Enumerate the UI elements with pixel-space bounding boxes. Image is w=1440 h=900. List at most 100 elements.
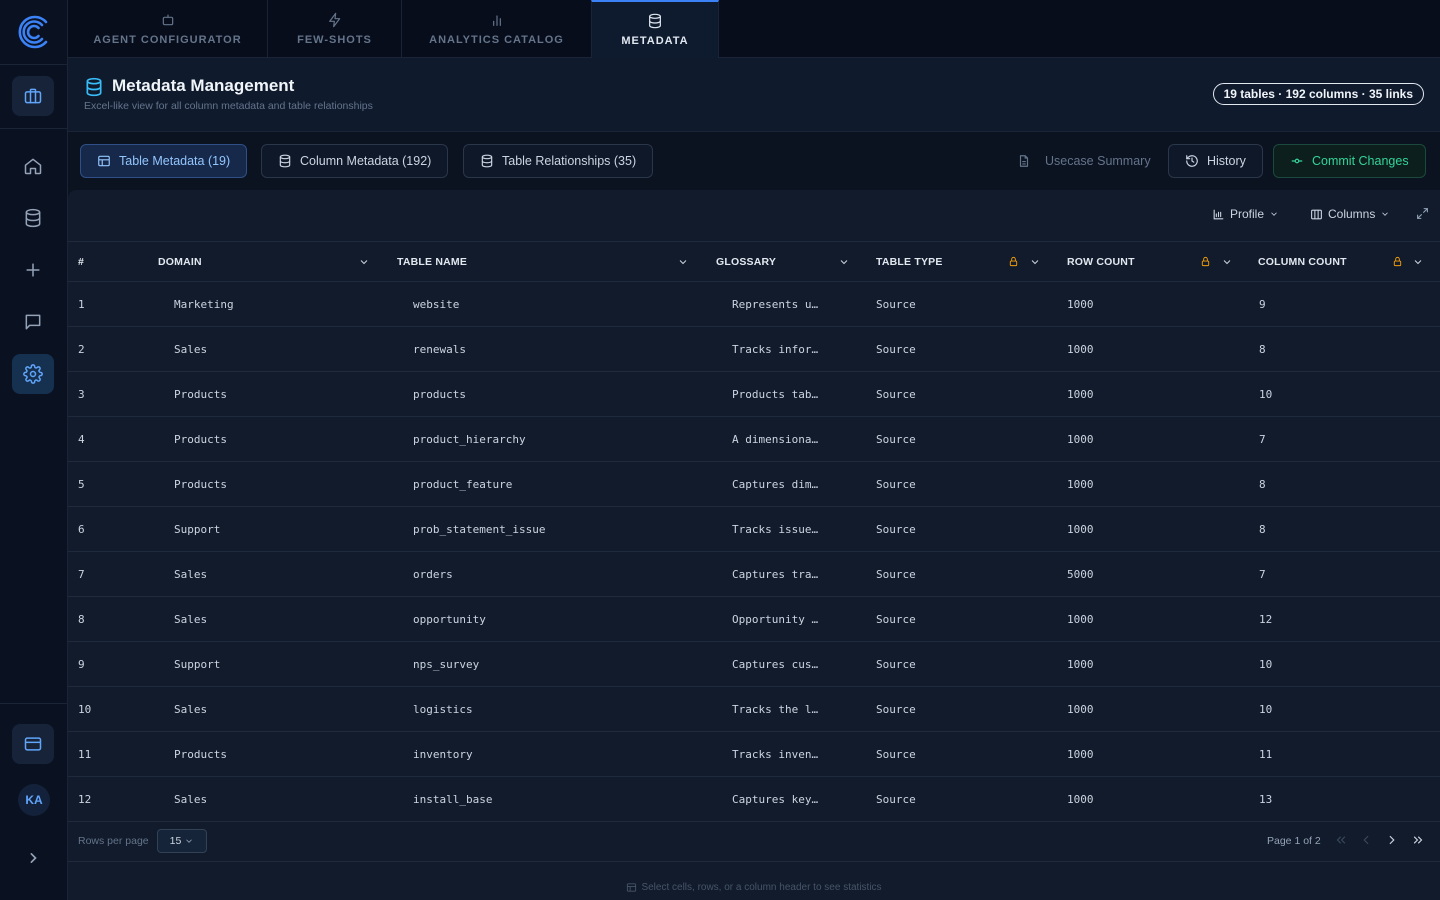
cell-domain[interactable]: Products <box>174 417 227 462</box>
cell-row-count[interactable]: 1000 <box>1067 732 1094 777</box>
workspace-button[interactable] <box>12 76 54 116</box>
table-row[interactable]: 9 Support nps_survey Captures cus… Source 100… <box>68 642 1440 687</box>
cell-table-type[interactable]: Source <box>876 777 916 822</box>
cell-num[interactable]: 2 <box>78 327 85 372</box>
cell-table-name[interactable]: install_base <box>413 777 492 822</box>
cell-num[interactable]: 11 <box>78 732 91 777</box>
cell-column-count[interactable]: 8 <box>1259 462 1266 507</box>
cell-table-type[interactable]: Source <box>876 552 916 597</box>
cell-table-name[interactable]: product_hierarchy <box>413 417 526 462</box>
tab-metadata[interactable]: METADATA <box>591 0 719 58</box>
home-button[interactable] <box>12 146 54 186</box>
table-row[interactable]: 12 Sales install_base Captures key… Source 10… <box>68 777 1440 822</box>
cell-table-type[interactable]: Source <box>876 417 916 462</box>
table-row[interactable]: 10 Sales logistics Tracks the l… Source 1000 1… <box>68 687 1440 732</box>
cell-domain[interactable]: Support <box>174 507 220 552</box>
chevron-down-icon[interactable] <box>1029 256 1041 268</box>
cell-row-count[interactable]: 1000 <box>1067 597 1094 642</box>
cell-domain[interactable]: Sales <box>174 777 207 822</box>
table-row[interactable]: 11 Products inventory Tracks inven… Source 10… <box>68 732 1440 777</box>
cell-num[interactable]: 8 <box>78 597 85 642</box>
expand-sidebar-button[interactable] <box>12 838 54 878</box>
chevron-down-icon[interactable] <box>838 256 850 268</box>
cell-glossary[interactable]: Captures cus… <box>732 642 818 687</box>
cell-glossary[interactable]: A dimensiona… <box>732 417 818 462</box>
cell-column-count[interactable]: 9 <box>1259 282 1266 327</box>
cell-glossary[interactable]: Tracks the l… <box>732 687 818 732</box>
tab-few-shots[interactable]: FEW-SHOTS <box>268 0 402 58</box>
cell-column-count[interactable]: 10 <box>1259 372 1272 417</box>
table-row[interactable]: 7 Sales orders Captures tra… Source 5000 7 <box>68 552 1440 597</box>
rows-per-page-select[interactable]: 15 <box>157 829 207 853</box>
cell-row-count[interactable]: 1000 <box>1067 327 1094 372</box>
cell-glossary[interactable]: Opportunity … <box>732 597 818 642</box>
cell-num[interactable]: 4 <box>78 417 85 462</box>
prev-page-icon[interactable] <box>1359 833 1373 847</box>
cell-domain[interactable]: Sales <box>174 327 207 372</box>
cell-num[interactable]: 5 <box>78 462 85 507</box>
cell-glossary[interactable]: Tracks issue… <box>732 507 818 552</box>
col-header-table-type[interactable]: TABLE TYPE <box>876 242 1042 282</box>
cell-table-type[interactable]: Source <box>876 462 916 507</box>
tab-column-metadata[interactable]: Column Metadata (192) <box>261 144 449 178</box>
chevron-down-icon[interactable] <box>1412 256 1424 268</box>
cell-domain[interactable]: Products <box>174 462 227 507</box>
table-row[interactable]: 1 Marketing website Represents u… Source 1000… <box>68 282 1440 327</box>
cell-table-name[interactable]: opportunity <box>413 597 486 642</box>
cell-domain[interactable]: Products <box>174 732 227 777</box>
avatar[interactable]: KA <box>18 784 50 816</box>
profile-dropdown[interactable]: Profile <box>1212 207 1279 221</box>
cell-table-type[interactable]: Source <box>876 597 916 642</box>
cell-glossary[interactable]: Products tab… <box>732 372 818 417</box>
cell-column-count[interactable]: 7 <box>1259 552 1266 597</box>
cell-table-name[interactable]: website <box>413 282 459 327</box>
cell-column-count[interactable]: 11 <box>1259 732 1272 777</box>
tab-analytics-catalog[interactable]: ANALYTICS CATALOG <box>402 0 592 58</box>
cell-row-count[interactable]: 1000 <box>1067 642 1094 687</box>
cell-glossary[interactable]: Tracks infor… <box>732 327 818 372</box>
cell-domain[interactable]: Sales <box>174 597 207 642</box>
next-page-icon[interactable] <box>1385 833 1399 847</box>
cell-glossary[interactable]: Captures key… <box>732 777 818 822</box>
cell-table-name[interactable]: prob_statement_issue <box>413 507 545 552</box>
cell-row-count[interactable]: 5000 <box>1067 552 1094 597</box>
table-row[interactable]: 5 Products product_feature Captures dim… Sou… <box>68 462 1440 507</box>
add-button[interactable] <box>12 250 54 290</box>
cell-column-count[interactable]: 10 <box>1259 687 1272 732</box>
col-header-num[interactable]: # <box>78 242 84 282</box>
cell-column-count[interactable]: 13 <box>1259 777 1272 822</box>
settings-button[interactable] <box>12 354 54 394</box>
app-logo[interactable] <box>14 12 54 52</box>
cell-table-type[interactable]: Source <box>876 507 916 552</box>
cell-table-type[interactable]: Source <box>876 732 916 777</box>
cell-row-count[interactable]: 1000 <box>1067 462 1094 507</box>
cell-row-count[interactable]: 1000 <box>1067 372 1094 417</box>
cell-table-name[interactable]: logistics <box>413 687 473 732</box>
cell-table-name[interactable]: renewals <box>413 327 466 372</box>
cell-num[interactable]: 3 <box>78 372 85 417</box>
cell-num[interactable]: 1 <box>78 282 85 327</box>
cell-domain[interactable]: Sales <box>174 552 207 597</box>
cell-table-type[interactable]: Source <box>876 372 916 417</box>
table-row[interactable]: 3 Products products Products tab… Source 1000… <box>68 372 1440 417</box>
chevron-down-icon[interactable] <box>677 256 689 268</box>
expand-button[interactable] <box>1416 207 1429 220</box>
cell-table-name[interactable]: products <box>413 372 466 417</box>
cell-column-count[interactable]: 10 <box>1259 642 1272 687</box>
cell-num[interactable]: 10 <box>78 687 91 732</box>
cell-row-count[interactable]: 1000 <box>1067 507 1094 552</box>
cell-glossary[interactable]: Captures dim… <box>732 462 818 507</box>
cell-glossary[interactable]: Tracks inven… <box>732 732 818 777</box>
col-header-domain[interactable]: DOMAIN <box>158 242 370 282</box>
table-row[interactable]: 8 Sales opportunity Opportunity … Source 1000… <box>68 597 1440 642</box>
database-button[interactable] <box>12 198 54 238</box>
table-row[interactable]: 4 Products product_hierarchy A dimensiona… S… <box>68 417 1440 462</box>
columns-dropdown[interactable]: Columns <box>1310 207 1390 221</box>
cell-column-count[interactable]: 7 <box>1259 417 1266 462</box>
cell-table-type[interactable]: Source <box>876 687 916 732</box>
cell-row-count[interactable]: 1000 <box>1067 417 1094 462</box>
cell-table-type[interactable]: Source <box>876 642 916 687</box>
commit-changes-button[interactable]: Commit Changes <box>1273 144 1426 178</box>
table-row[interactable]: 2 Sales renewals Tracks infor… Source 1000 8 <box>68 327 1440 372</box>
cell-row-count[interactable]: 1000 <box>1067 687 1094 732</box>
